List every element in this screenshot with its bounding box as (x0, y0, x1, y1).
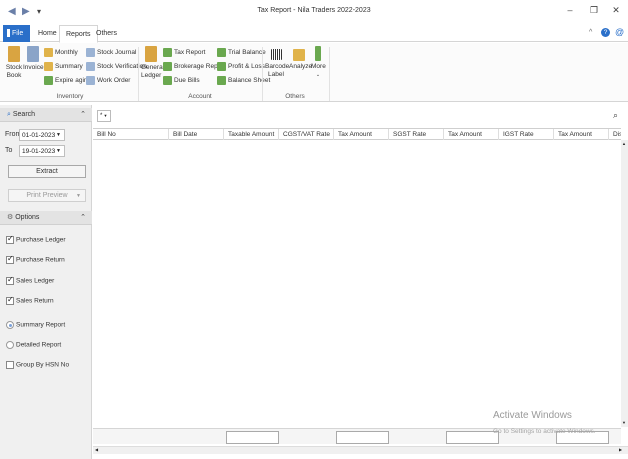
extract-button[interactable]: Extract (8, 165, 86, 178)
summary-icon (44, 62, 53, 71)
left-panel: ⌕ Search ⌃ From 01-01-2023 ▼ To 19-01-202… (0, 105, 92, 459)
due-bills-icon (163, 76, 172, 85)
group-label-inventory: Inventory (56, 93, 84, 100)
detailed-report-radio[interactable]: Detailed Report (6, 341, 61, 349)
expire-aging-button[interactable]: Expire aging (44, 76, 91, 85)
tax-report-button[interactable]: Tax Report (163, 48, 205, 57)
options-panel-header[interactable]: ⚙ Options ⌃ (0, 211, 92, 225)
stock-journal-icon (86, 48, 95, 57)
sales-return-checkbox[interactable]: Sales Return (6, 295, 54, 305)
footer-total-field (336, 431, 389, 444)
dropdown-icon: ▼ (56, 148, 61, 154)
balance-sheet-icon (217, 76, 226, 85)
trial-balance-icon (217, 48, 226, 57)
options-icon: ⚙ (7, 214, 14, 221)
profit-loss-button[interactable]: Profit & Loss (217, 62, 265, 71)
tab-file[interactable]: File (3, 25, 30, 42)
collapse-icon: ⌃ (80, 214, 86, 221)
brokerage-report-icon (163, 62, 172, 71)
filter-dropdown[interactable]: * ▼ (97, 110, 111, 122)
search-panel-header[interactable]: ⌕ Search ⌃ (0, 108, 92, 122)
scroll-left-icon[interactable]: ◀ (95, 447, 98, 452)
ribbon: Stock Book Invoice Monthly Summary Expire… (0, 43, 628, 102)
ribbon-separator (138, 47, 139, 101)
activation-watermark-subtitle: Go to Settings to activate Windows. (493, 428, 596, 435)
dropdown-icon: ▼ (56, 132, 61, 138)
work-order-button[interactable]: Work Order (86, 76, 130, 85)
invoice-icon (27, 46, 39, 62)
title-bar: ◀ ▶ ▾ Tax Report - Nila Traders 2022-202… (0, 0, 628, 24)
brokerage-report-button[interactable]: Brokerage Report (163, 62, 225, 71)
barcode-label-button[interactable]: Barcode Label (265, 49, 289, 79)
file-icon (7, 29, 10, 38)
restore-button[interactable]: ❐ (587, 5, 601, 16)
analyze-icon (293, 49, 305, 61)
monthly-icon (44, 48, 53, 57)
chevron-down-icon: ⌄ (315, 72, 321, 78)
stock-verification-icon (86, 62, 95, 71)
search-icon: ⌕ (7, 111, 11, 118)
general-ledger-button[interactable]: General Ledger (141, 46, 164, 80)
summary-report-radio[interactable]: Summary Report (6, 321, 65, 329)
summary-button[interactable]: Summary (44, 62, 83, 71)
invoice-button[interactable]: Invoice (23, 46, 44, 72)
stock-book-icon (8, 46, 20, 62)
help-icon[interactable]: ? (601, 28, 610, 37)
trial-balance-button[interactable]: Trial Balance (217, 48, 266, 57)
purchase-return-checkbox[interactable]: Purchase Return (6, 254, 65, 264)
footer-total-field (446, 431, 499, 444)
sales-ledger-checkbox[interactable]: Sales Ledger (6, 275, 54, 285)
to-label: To (5, 147, 13, 154)
about-icon[interactable]: @ (615, 27, 624, 37)
ribbon-tabs: File Home Reports Others ^ ? @ (0, 25, 628, 43)
window-title: Tax Report - Nila Traders 2022-2023 (257, 7, 371, 14)
barcode-icon (270, 49, 282, 60)
group-label-account: Account (188, 93, 212, 100)
scroll-up-icon[interactable]: ▲ (622, 141, 626, 146)
analyze-button[interactable]: Analyze (289, 49, 312, 71)
grid-header: Bill No Bill Date Taxable Amount CGST/VA… (93, 128, 621, 141)
group-label-others: Others (285, 93, 305, 100)
to-date-field[interactable]: 19-01-2023 ▼ (19, 145, 65, 157)
scroll-right-icon[interactable]: ▶ (619, 447, 622, 452)
tab-others[interactable]: Others (90, 25, 123, 42)
dropdown-icon: ▼ (76, 193, 81, 199)
activation-watermark-title: Activate Windows (493, 410, 572, 421)
grid-body[interactable] (93, 140, 621, 427)
purchase-ledger-checkbox[interactable]: Purchase Ledger (6, 234, 66, 244)
due-bills-button[interactable]: Due Bills (163, 76, 200, 85)
work-order-icon (86, 76, 95, 85)
expire-aging-icon (44, 76, 53, 85)
general-ledger-icon (145, 46, 157, 62)
from-date-field[interactable]: 01-01-2023 ▼ (19, 129, 65, 141)
stock-book-button[interactable]: Stock Book (5, 46, 23, 80)
monthly-button[interactable]: Monthly (44, 48, 78, 57)
more-button[interactable]: More ⌄ (311, 46, 326, 79)
profit-loss-icon (217, 62, 226, 71)
group-by-hsn-checkbox[interactable]: Group By HSN No (6, 361, 69, 369)
ribbon-separator (262, 47, 263, 101)
scroll-down-icon[interactable]: ▼ (622, 420, 626, 425)
tax-report-icon (163, 48, 172, 57)
footer-total-field (226, 431, 279, 444)
search-icon[interactable]: ⌕ (613, 110, 618, 121)
close-button[interactable]: ✕ (609, 5, 623, 16)
print-preview-button[interactable]: Print Preview ▼ (8, 189, 86, 202)
minimize-button[interactable]: – (563, 5, 577, 15)
stock-journal-button[interactable]: Stock Journal (86, 48, 136, 57)
more-icon (315, 46, 321, 61)
horizontal-scrollbar[interactable]: ◀ ▶ (93, 446, 628, 454)
ribbon-separator (329, 47, 330, 101)
vertical-scrollbar[interactable]: ▲ ▼ (621, 140, 628, 427)
collapse-icon: ⌃ (80, 111, 86, 118)
collapse-ribbon-icon[interactable]: ^ (589, 29, 592, 36)
